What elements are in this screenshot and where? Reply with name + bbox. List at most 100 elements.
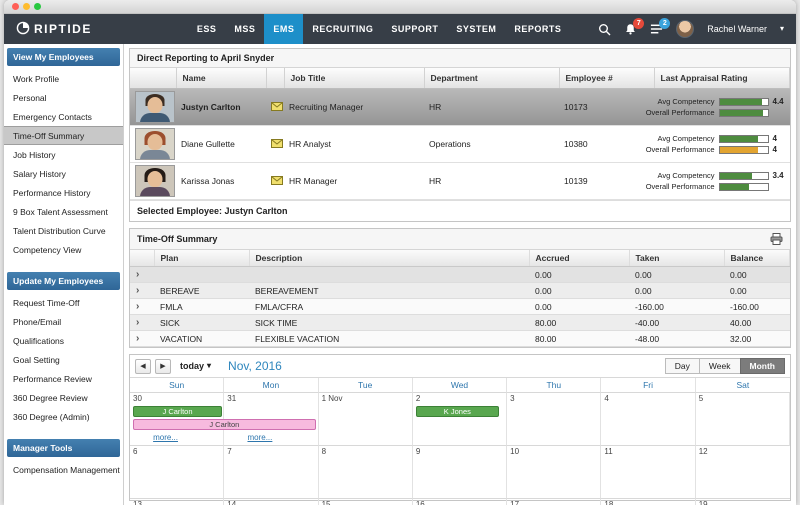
overall-performance-bar <box>719 146 769 154</box>
envelope-icon[interactable] <box>271 177 283 187</box>
sidebar-item-qualifications[interactable]: Qualifications <box>4 331 123 350</box>
nav-item-recruiting[interactable]: RECRUITING <box>303 14 382 44</box>
calendar-day-cell[interactable]: 19 <box>696 499 790 505</box>
sidebar-section-view-my-employees: View My Employees <box>7 48 120 66</box>
sidebar-item-personal[interactable]: Personal <box>4 88 123 107</box>
sidebar-item-goal-setting[interactable]: Goal Setting <box>4 350 123 369</box>
taken-column-header: Taken <box>629 250 724 267</box>
sidebar-item-performance-review[interactable]: Performance Review <box>4 369 123 388</box>
calendar-day-cell[interactable]: 4 <box>601 393 695 446</box>
minimize-window-button[interactable] <box>23 3 30 10</box>
calendar-day-cell[interactable]: 12 <box>696 446 790 499</box>
row-expander-icon[interactable]: › <box>136 285 139 296</box>
calendar-day-cell[interactable]: 10 <box>507 446 601 499</box>
nav-item-mss[interactable]: MSS <box>225 14 264 44</box>
user-menu-caret-icon[interactable]: ▾ <box>780 25 784 33</box>
sidebar-item-job-history[interactable]: Job History <box>4 145 123 164</box>
notifications-bell-icon[interactable]: 7 <box>624 23 637 36</box>
sidebar-item-time-off-summary[interactable]: Time-Off Summary <box>4 126 123 145</box>
calendar-day-cell[interactable]: 8 <box>319 446 413 499</box>
calendar-day-cell[interactable]: 16 <box>413 499 507 505</box>
calendar-event-j-carlton-2[interactable]: J Carlton <box>133 419 316 430</box>
calendar-day-cell[interactable]: 11 <box>601 446 695 499</box>
sidebar-item-talent-distribution-curve[interactable]: Talent Distribution Curve <box>4 221 123 240</box>
row-expander-icon[interactable]: › <box>136 301 139 312</box>
calendar-day-cell[interactable]: 5 <box>696 393 790 446</box>
sidebar-item-compensation-management[interactable]: Compensation Management <box>4 460 123 479</box>
search-icon[interactable] <box>598 23 611 36</box>
sidebar-item-work-profile[interactable]: Work Profile <box>4 69 123 88</box>
sidebar-item-competency-view[interactable]: Competency View <box>4 240 123 259</box>
nav-item-ems[interactable]: EMS <box>264 14 303 44</box>
calendar-day-cell[interactable]: 2 <box>413 393 507 446</box>
view-day-button[interactable]: Day <box>665 358 700 374</box>
today-button[interactable]: today ▾ <box>175 360 216 372</box>
description-cell: SICK TIME <box>249 315 529 331</box>
timeoff-row[interactable]: › 0.00 0.00 0.00 <box>130 267 790 283</box>
employee-row-justyn-carlton[interactable]: Justyn Carlton Recruiting Manager HR 101… <box>130 89 790 126</box>
balance-cell: 40.00 <box>724 315 790 331</box>
row-expander-icon[interactable]: › <box>136 333 139 344</box>
sidebar-item-360-degree-review[interactable]: 360 Degree Review <box>4 388 123 407</box>
more-events-link[interactable]: more... <box>247 433 272 442</box>
maximize-window-button[interactable] <box>34 3 41 10</box>
accrued-cell: 0.00 <box>529 299 629 315</box>
employee-number: 10380 <box>559 126 654 163</box>
timeoff-row-sick[interactable]: › SICK SICK TIME 80.00 -40.00 40.00 <box>130 315 790 331</box>
close-window-button[interactable] <box>12 3 19 10</box>
sidebar: View My Employees Work Profile Personal … <box>4 44 124 505</box>
calendar-event-j-carlton[interactable]: J Carlton <box>133 406 223 417</box>
calendar-day-cell[interactable]: 17 <box>507 499 601 505</box>
calendar-day-cell[interactable]: 15 <box>319 499 413 505</box>
calendar-event-k-jones[interactable]: K Jones <box>416 406 499 417</box>
row-expander-icon[interactable]: › <box>136 269 139 280</box>
employee-row-diane-gullette[interactable]: Diane Gullette HR Analyst Operations 103… <box>130 126 790 163</box>
print-icon[interactable] <box>770 233 783 245</box>
calendar-day-cell[interactable]: 13 <box>130 499 224 505</box>
calendar-day-cell[interactable]: 3 <box>507 393 601 446</box>
avg-competency-label: Avg Competency <box>658 171 715 180</box>
view-month-button[interactable]: Month <box>740 358 786 374</box>
sidebar-item-emergency-contacts[interactable]: Emergency Contacts <box>4 107 123 126</box>
nav-item-system[interactable]: SYSTEM <box>447 14 505 44</box>
calendar-toolbar: ◀ ▶ today ▾ Nov, 2016 Day Week Month <box>130 355 790 377</box>
notifications-badge: 7 <box>633 18 644 29</box>
timeoff-row-fmla[interactable]: › FMLA FMLA/CFRA 0.00 -160.00 -160.00 <box>130 299 790 315</box>
calendar-day-cell[interactable]: 9 <box>413 446 507 499</box>
envelope-icon[interactable] <box>271 103 283 113</box>
calendar-day-cell[interactable]: 1 Nov <box>319 393 413 446</box>
envelope-icon[interactable] <box>271 140 283 150</box>
avg-competency-bar <box>719 172 769 180</box>
prev-month-button[interactable]: ◀ <box>135 359 151 374</box>
row-expander-icon[interactable]: › <box>136 317 139 328</box>
overall-performance-bar <box>719 109 769 117</box>
view-week-button[interactable]: Week <box>699 358 741 374</box>
nav-item-support[interactable]: SUPPORT <box>382 14 447 44</box>
description-cell: FMLA/CFRA <box>249 299 529 315</box>
main-menu: ESS MSS EMS RECRUITING SUPPORT SYSTEM RE… <box>188 14 571 44</box>
event-label: J Carlton <box>209 421 239 429</box>
more-events-link[interactable]: more... <box>153 433 178 442</box>
riptide-logo[interactable]: RIPTIDE <box>16 21 92 38</box>
calendar-week-1: 30 31 1 Nov 2 3 4 5 J Carlton J Carlton … <box>130 393 790 446</box>
sidebar-item-performance-history[interactable]: Performance History <box>4 183 123 202</box>
nav-item-ess[interactable]: ESS <box>188 14 226 44</box>
timeoff-row-bereave[interactable]: › BEREAVE BEREAVEMENT 0.00 0.00 0.00 <box>130 283 790 299</box>
next-month-button[interactable]: ▶ <box>155 359 171 374</box>
sidebar-item-360-degree-admin[interactable]: 360 Degree (Admin) <box>4 407 123 426</box>
messages-icon[interactable]: 2 <box>650 23 663 35</box>
sidebar-item-salary-history[interactable]: Salary History <box>4 164 123 183</box>
employee-row-karissa-jonas[interactable]: Karissa Jonas HR Manager HR 10139 Avg Co… <box>130 163 790 200</box>
calendar-day-cell[interactable]: 6 <box>130 446 224 499</box>
calendar-day-cell[interactable]: 18 <box>601 499 695 505</box>
calendar-day-cell[interactable]: 14 <box>224 499 318 505</box>
avg-competency-label: Avg Competency <box>658 134 715 143</box>
calendar-day-cell[interactable]: 7 <box>224 446 318 499</box>
timeoff-row-vacation[interactable]: › VACATION FLEXIBLE VACATION 80.00 -48.0… <box>130 331 790 347</box>
sidebar-item-phone-email[interactable]: Phone/Email <box>4 312 123 331</box>
user-avatar[interactable] <box>676 20 694 38</box>
nav-item-reports[interactable]: REPORTS <box>505 14 570 44</box>
sidebar-item-9-box-talent-assessment[interactable]: 9 Box Talent Assessment <box>4 202 123 221</box>
sidebar-item-request-time-off[interactable]: Request Time-Off <box>4 293 123 312</box>
logo-text: RIPTIDE <box>34 22 92 36</box>
